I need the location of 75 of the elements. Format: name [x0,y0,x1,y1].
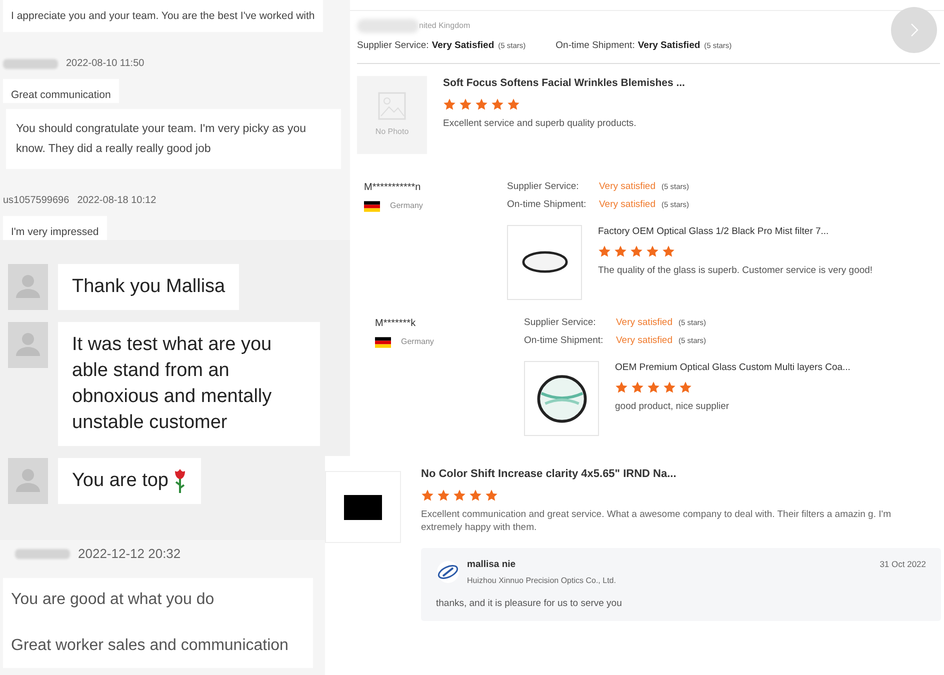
avatar-icon [8,264,48,310]
review-text: Excellent communication and great service. What a awesome company to deal with. Their filters a amazin g. I'm extremely happy with them. [421,508,892,534]
chat-bubble: Thank you Mallisa [58,264,240,310]
star-icon [630,244,643,258]
star-icon [663,380,676,394]
star-icon [631,380,644,394]
star-icon [507,98,520,111]
rating-label: Supplier Service: [357,39,429,53]
flag-icon [375,336,391,348]
rating-value: Very satisfied [616,317,672,328]
avatar-icon [8,322,48,368]
star-icon [598,244,611,258]
photo-placeholder [344,494,382,520]
star-icon [421,488,434,502]
message-text: Great worker sales and communication [11,636,290,656]
chat-bubble: I appreciate you and your team. You are the best I've worked with [3,0,323,32]
no-photo-label: No Photo [375,126,409,138]
avatar-icon [8,458,48,504]
rating-value: Very satisfied [599,181,656,192]
company-name: Huizhou Xinnuo Precision Optics Co., Ltd. [467,574,617,587]
message-time: 2022-12-12 20:32 [78,545,181,563]
chat-bubble: It was test what are you able stand from an obnoxious and mentally unstable customer [58,322,320,446]
product-title: Soft Focus Softens Facial Wrinkles Blemishes ... [443,76,685,92]
rating-value: Very Satisfied [638,39,700,53]
star-icon [469,488,482,502]
star-icon [459,98,472,111]
rating-value: Very satisfied [616,335,672,346]
reply-date: 31 Oct 2022 [880,558,926,570]
star-icon [475,98,488,111]
rating-label: Supplier Service: [507,180,580,194]
next-button[interactable] [891,7,937,53]
rose-icon [172,468,186,494]
message-time: 2022-08-18 10:12 [77,194,156,208]
rating-label: On-time Shipment: [507,198,588,212]
reviewer-name: M*******k [375,317,417,332]
star-icon [485,488,498,502]
chat-bubble: You should congratulate your team. I'm very picky as you know. They did a really really good job [6,109,341,169]
star-icon [614,244,627,258]
star-icon [437,488,450,502]
review-text: Excellent service and superb quality products. [443,117,638,131]
review-text: good product, nice supplier [615,400,730,414]
message-text: You are good at what you do [11,590,216,610]
redacted-name [3,58,58,68]
country-name: Germany [390,200,423,212]
redacted-name [357,19,419,33]
star-icon [647,380,660,394]
reviewer-name: M***********n [364,181,422,196]
country-name: Germany [401,336,434,348]
rating-value: Very Satisfied [432,39,494,53]
star-icon [443,98,456,111]
star-icon [615,380,628,394]
chat-bubble: You are top [58,458,200,504]
rating-label: On-time Shipment: [556,39,635,53]
star-icon [491,98,504,111]
message-time: 2022-08-10 11:50 [66,57,144,71]
redacted-name [15,548,70,559]
product-title: No Color Shift Increase clarity 4x5.65" IRND Na... [421,467,678,482]
flag-icon [364,200,380,212]
rating-label: On-time Shipment: [524,334,604,348]
star-icon [679,380,692,394]
star-icon [646,244,659,258]
company-logo-icon [436,560,460,584]
replier-name: mallisa nie [467,558,517,572]
star-icon [453,488,466,502]
rating-value: Very satisfied [599,199,656,210]
rating-label: Supplier Service: [524,316,597,330]
product-title: Factory OEM Optical Glass 1/2 Black Pro Mist filter 7... [598,224,830,239]
reply-text: thanks, and it is pleasure for us to serve you [436,596,623,611]
chevron-right-icon [910,22,918,38]
sender-name: us1057599696 [3,194,70,208]
review-text: The quality of the glass is superb. Customer service is very good! [598,264,873,278]
star-icon [662,244,675,258]
country-name: nited Kingdom [419,20,470,32]
product-title: OEM Premium Optical Glass Custom Multi layers Coa... [615,360,850,375]
filter-ring-drawing [520,250,568,274]
